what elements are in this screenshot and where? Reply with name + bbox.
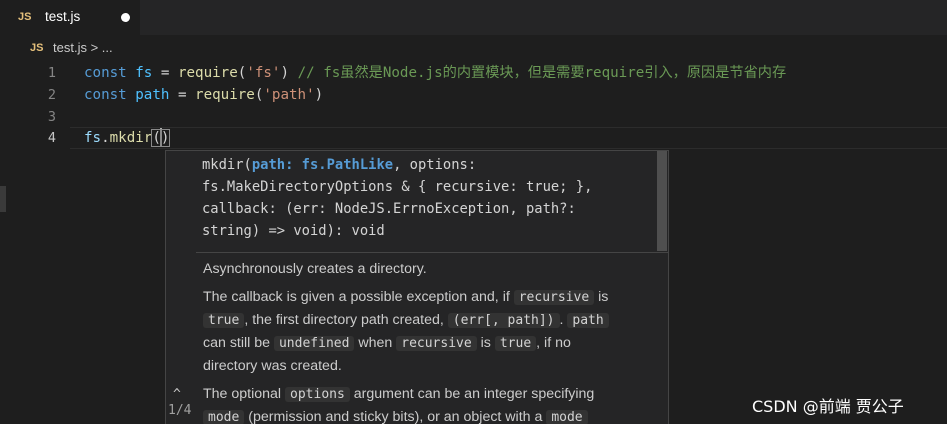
bracket-match: ) (159, 129, 171, 147)
doc-paragraph: The optional options argument can be an … (203, 383, 623, 424)
code-token: = (152, 65, 178, 81)
signature-line: fs.MakeDirectoryOptions & { recursive: t… (202, 176, 642, 198)
line-number: 3 (47, 109, 56, 125)
doc-text: is (594, 289, 609, 305)
doc-text: Asynchronously creates a directory. (203, 261, 427, 277)
doc-paragraph: Asynchronously creates a directory. (203, 258, 623, 281)
inline-code: (err[, path]) (447, 313, 560, 328)
overload-counter: 1/4 (168, 403, 192, 418)
hover-scrollbar[interactable] (657, 151, 667, 251)
code-token: const (84, 65, 136, 81)
code-token: 'path' (263, 87, 315, 103)
signature-line: callback: (err: NodeJS.ErrnoException, p… (202, 198, 642, 220)
js-file-icon: JS (30, 42, 44, 54)
unsaved-dot-icon[interactable] (121, 13, 130, 22)
chevron-up-icon[interactable]: ^ (173, 387, 181, 402)
code-token: 'fs' (246, 65, 281, 81)
inline-code: true (494, 336, 537, 351)
tab-label: test.js (45, 9, 81, 24)
watermark: CSDN @前端 贾公子 (752, 397, 904, 416)
code-token: ) (280, 65, 298, 81)
code-line[interactable]: const fs = require('fs') // fs虽然是Node.js… (84, 62, 786, 84)
inline-code: options (285, 387, 350, 402)
code-line[interactable]: const path = require('path') (84, 84, 323, 106)
breadcrumb-path[interactable]: test.js > ... (53, 40, 113, 55)
inline-code: undefined (273, 336, 355, 351)
signature-text: string) => void): void (202, 223, 385, 239)
inline-code: mode (203, 410, 245, 424)
signature-text: callback: (err: NodeJS.ErrnoException, p… (202, 201, 576, 217)
code-token: fs (84, 130, 102, 146)
tab-bar: JS test.js (0, 0, 947, 35)
line-number: 2 (47, 87, 56, 103)
overview-ruler-mark (0, 186, 6, 212)
signature-text: , options: (393, 157, 477, 173)
active-parameter: path: fs.PathLike (251, 157, 394, 173)
doc-text: can still be (203, 335, 274, 351)
code-line[interactable]: fs.mkdir() (84, 127, 171, 149)
code-token: fs (135, 65, 153, 81)
doc-text: (permission and sticky bits), or an obje… (244, 409, 547, 424)
inline-code: true (203, 313, 245, 328)
signature-line: mkdir(path: fs.PathLike, options: (202, 154, 642, 176)
doc-paragraph: The callback is given a possible excepti… (203, 286, 623, 378)
code-token: const (84, 87, 136, 103)
inline-code: recursive (396, 336, 477, 351)
code-token: // fs虽然是Node.js的内置模块，但是需要require引入，原因是节省… (297, 65, 787, 81)
hover-documentation: Asynchronously creates a directory. The c… (203, 253, 623, 424)
doc-text: when (354, 335, 397, 351)
line-number: 4 (47, 130, 56, 146)
code-token: mkdir (109, 130, 153, 146)
line-number: 1 (47, 65, 56, 81)
doc-text: is (476, 335, 495, 351)
inline-code: mode (546, 410, 588, 424)
current-line-highlight (70, 127, 947, 149)
signature-text: fs.MakeDirectoryOptions & { recursive: t… (202, 179, 593, 195)
breadcrumb: JS test.js > ... (0, 35, 947, 59)
code-token: path (135, 87, 170, 103)
code-token: = (169, 87, 196, 103)
inline-code: recursive (513, 290, 595, 305)
signature-line: string) => void): void (202, 220, 642, 242)
code-token: require (177, 65, 238, 81)
code-token: . (101, 130, 110, 146)
code-token: require (195, 87, 255, 103)
hover-widget: mkdir(path: fs.PathLike, options: fs.Make… (165, 150, 669, 424)
signature-text: mkdir( (202, 157, 252, 173)
code-token: ) (314, 87, 324, 103)
function-signature: mkdir(path: fs.PathLike, options: fs.Make… (202, 154, 642, 242)
js-file-icon: JS (18, 11, 32, 23)
tab-test-js[interactable]: JS test.js (0, 0, 140, 35)
doc-text: argument can be an integer specifying (349, 386, 595, 402)
doc-text: The optional (203, 386, 286, 402)
doc-text: , the first directory path created, (244, 312, 448, 328)
inline-code: path (567, 313, 609, 328)
doc-text: The callback is given a possible excepti… (203, 289, 514, 305)
